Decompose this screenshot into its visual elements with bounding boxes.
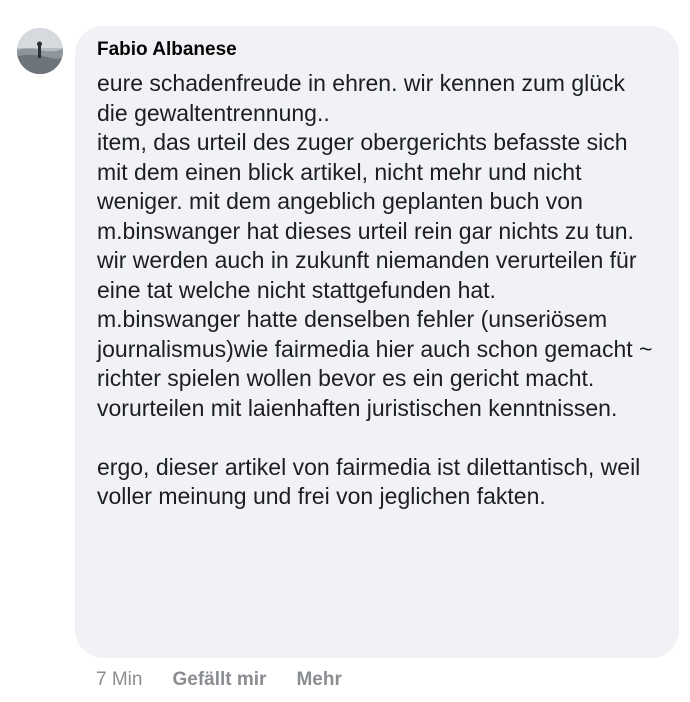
comment: Fabio Albanese eure schadenfreude in ehr… [0,0,690,702]
comment-paragraph: ergo, dieser artikel von fairmedia ist d… [97,453,641,510]
comment-body: eure schadenfreude in ehren. wir kennen … [97,69,659,512]
comment-timestamp[interactable]: 7 Min [96,669,142,691]
like-button[interactable]: Gefällt mir [172,669,266,691]
comment-actions: 7 Min Gefällt mir Mehr [96,669,372,691]
comment-bubble: Fabio Albanese eure schadenfreude in ehr… [75,26,679,658]
comment-paragraph: eure schadenfreude in ehren. wir kennen … [97,70,626,126]
comment-paragraph: m.binswanger hatte denselben fehler (uns… [97,306,653,421]
more-button[interactable]: Mehr [296,669,341,691]
avatar[interactable] [17,28,63,74]
comment-paragraph: item, das urteil des zuger obergerichts … [97,129,634,244]
avatar-photo-icon [17,28,63,74]
comment-paragraph: wir werden auch in zukunft niemanden ver… [97,247,637,303]
comment-author[interactable]: Fabio Albanese [97,39,659,61]
